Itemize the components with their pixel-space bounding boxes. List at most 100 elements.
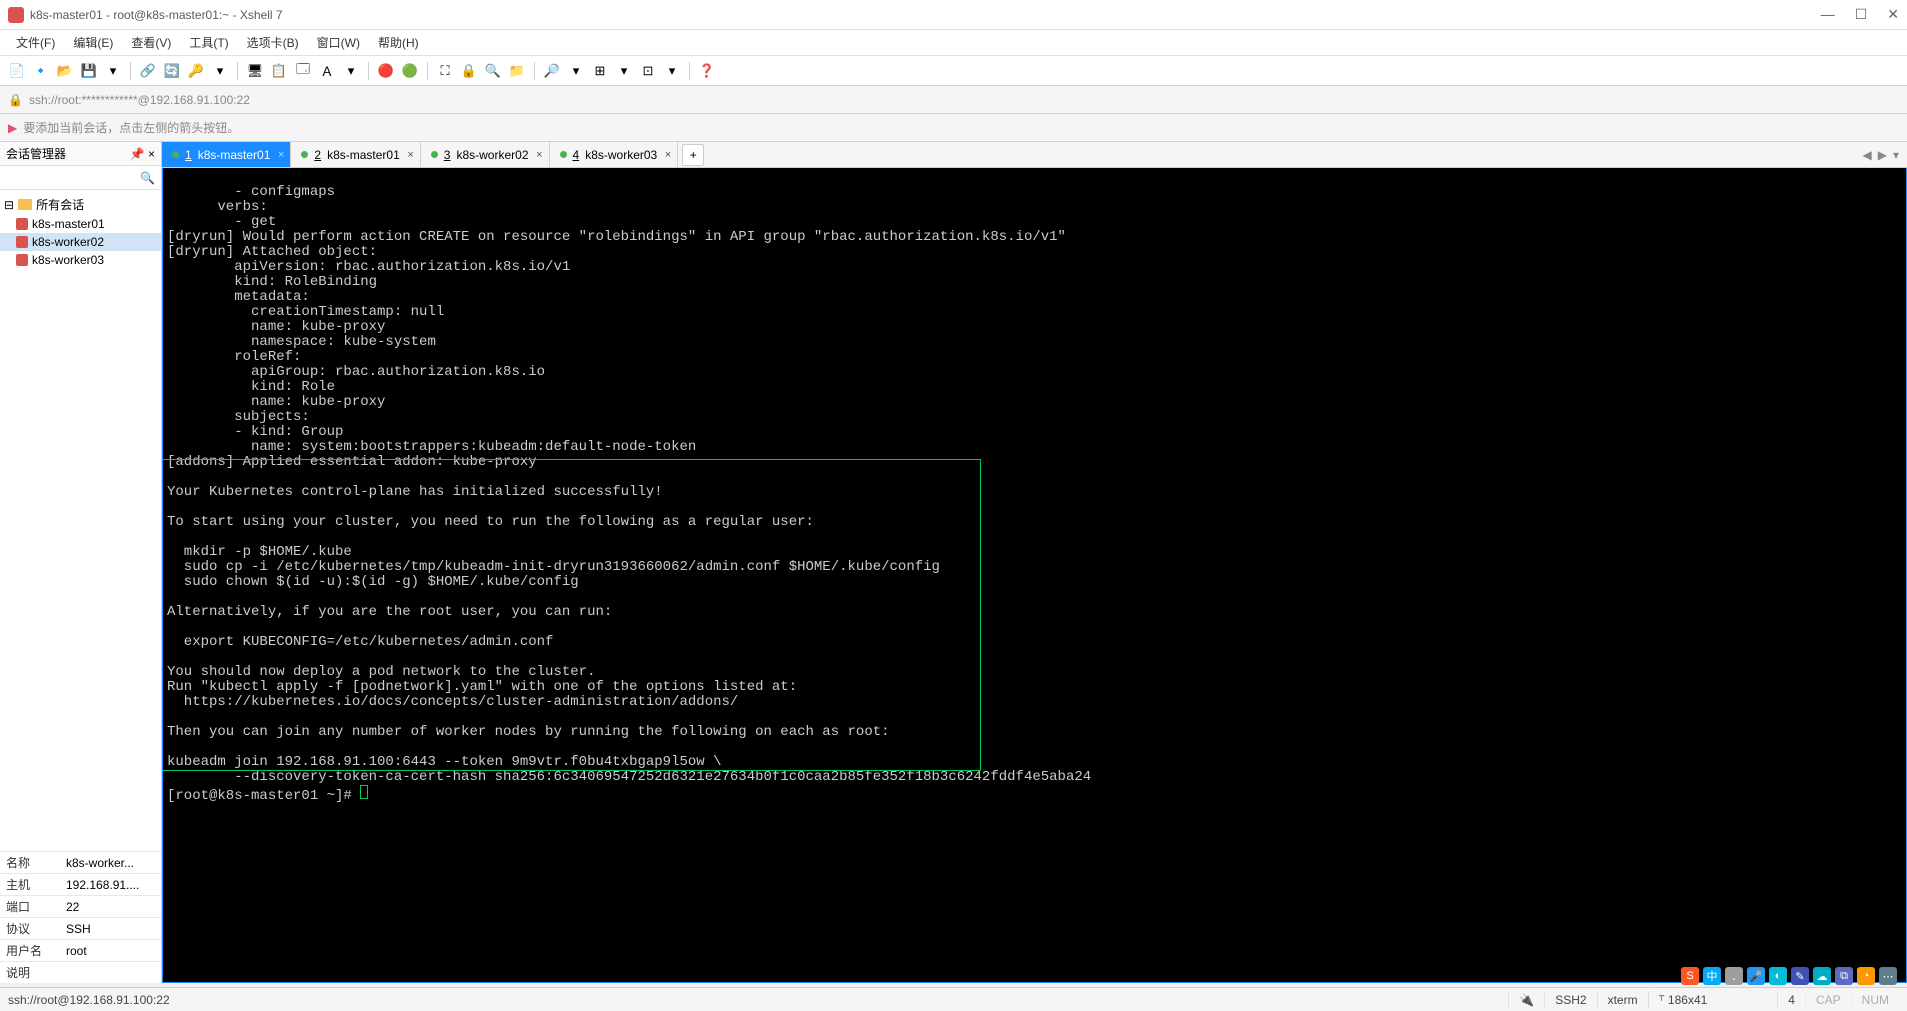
terminal-cursor: [360, 785, 368, 799]
toolbar-icon-11[interactable]: 🖥: [246, 62, 264, 80]
toolbar-icon-20[interactable]: ⛶: [436, 62, 454, 80]
toolbar-icon-3[interactable]: 💾: [80, 62, 98, 80]
terminal-prompt: [root@k8s-master01 ~]#: [167, 788, 360, 804]
tab-number: 4: [573, 148, 580, 162]
toolbar-icon-30[interactable]: ▾: [663, 62, 681, 80]
session-item-label: k8s-worker02: [32, 235, 104, 249]
close-button[interactable]: ✕: [1887, 6, 1899, 23]
toolbar-icon-4[interactable]: ▾: [104, 62, 122, 80]
toolbar-icon-25[interactable]: 🔎: [543, 62, 561, 80]
tab-nav-right-icon[interactable]: ▶: [1878, 148, 1887, 162]
tab-label: k8s-worker03: [585, 148, 657, 162]
host-icon: [16, 218, 28, 230]
tray-icon-0[interactable]: S: [1681, 967, 1699, 985]
tab-menu-icon[interactable]: ▾: [1893, 148, 1899, 162]
toolbar-icon-7[interactable]: 🔄: [163, 62, 181, 80]
toolbar-icon-6[interactable]: 🔗: [139, 62, 157, 80]
toolbar-icon-2[interactable]: 📂: [56, 62, 74, 80]
prop-desc-label: 说明: [0, 962, 60, 984]
prop-port-label: 端口: [0, 896, 60, 918]
prop-host-label: 主机: [0, 874, 60, 896]
system-tray: S中᎐🎤◐✎☁⧉◔⋯: [1681, 967, 1897, 985]
tab-number: 2: [314, 148, 321, 162]
tray-icon-9[interactable]: ⋯: [1879, 967, 1897, 985]
tab-close-icon[interactable]: ×: [665, 149, 671, 161]
toolbar: 📄 🔹 📂 💾 ▾ 🔗 🔄 🔑 ▾ 🖥 📋 🗔 Ａ ▾ 🔴 🟢 ⛶ 🔒 🔍 📁 🔎 ▾ ⊞ ▾ ⊡ ▾ ❓: [0, 56, 1907, 86]
prop-name-value: k8s-worker...: [60, 852, 161, 874]
address-text[interactable]: ssh://root:************@192.168.91.100:2…: [29, 93, 250, 107]
pin-icon[interactable]: 📌: [130, 147, 145, 161]
toolbar-icon-28[interactable]: ▾: [615, 62, 633, 80]
search-icon[interactable]: 🔍: [140, 171, 155, 185]
toolbar-icon-12[interactable]: 📋: [270, 62, 288, 80]
tray-icon-3[interactable]: 🎤: [1747, 967, 1765, 985]
toolbar-icon-8[interactable]: 🔑: [187, 62, 205, 80]
toolbar-icon-21[interactable]: 🔒: [460, 62, 478, 80]
toolbar-icon-18[interactable]: 🟢: [401, 62, 419, 80]
host-icon: [16, 236, 28, 248]
tray-icon-7[interactable]: ⧉: [1835, 967, 1853, 985]
toolbar-icon-32[interactable]: ❓: [698, 62, 716, 80]
tab-number: 1: [185, 148, 192, 162]
menu-tab[interactable]: 选项卡(B): [241, 32, 305, 53]
status-term: xterm: [1597, 993, 1648, 1007]
tray-icon-4[interactable]: ◐: [1769, 967, 1787, 985]
menu-help[interactable]: 帮助(H): [372, 32, 425, 53]
add-tab-button[interactable]: +: [682, 144, 704, 166]
session-manager-panel: 会话管理器 📌 × 🔍 ⊟ 所有会话 k8s-master01k8s-worke…: [0, 142, 162, 983]
toolbar-icon-27[interactable]: ⊞: [591, 62, 609, 80]
window-title: k8s-master01 - root@k8s-master01:~ - Xsh…: [30, 8, 1821, 22]
toolbar-icon-17[interactable]: 🔴: [377, 62, 395, 80]
tab-close-icon[interactable]: ×: [278, 149, 284, 161]
menu-window[interactable]: 窗口(W): [311, 32, 366, 53]
host-icon: [16, 254, 28, 266]
tray-icon-1[interactable]: 中: [1703, 967, 1721, 985]
sidebar-close-icon[interactable]: ×: [148, 147, 155, 161]
collapse-icon[interactable]: ⊟: [4, 198, 14, 212]
folder-icon: [18, 199, 32, 210]
tab-close-icon[interactable]: ×: [407, 149, 413, 161]
status-ssh: SSH2: [1544, 993, 1596, 1007]
tray-icon-5[interactable]: ✎: [1791, 967, 1809, 985]
terminal[interactable]: - configmaps verbs: - get [dryrun] Would…: [162, 168, 1907, 983]
menu-file[interactable]: 文件(F): [10, 32, 61, 53]
tray-icon-2[interactable]: ᎐: [1725, 967, 1743, 985]
toolbar-icon-9[interactable]: ▾: [211, 62, 229, 80]
toolbar-icon-13[interactable]: 🗔: [294, 62, 312, 80]
tab-k8s-master01-1[interactable]: 2 k8s-master01×: [291, 142, 420, 167]
toolbar-icon-15[interactable]: ▾: [342, 62, 360, 80]
tab-k8s-master01-0[interactable]: 1 k8s-master01×: [162, 142, 291, 167]
tray-icon-8[interactable]: ◔: [1857, 967, 1875, 985]
session-item-label: k8s-worker03: [32, 253, 104, 267]
status-cap: CAP: [1805, 993, 1851, 1007]
menu-view[interactable]: 查看(V): [125, 32, 177, 53]
menu-edit[interactable]: 编辑(E): [67, 32, 119, 53]
session-item-k8s-worker02[interactable]: k8s-worker02: [0, 233, 161, 251]
prop-proto-value: SSH: [60, 918, 161, 940]
toolbar-icon-26[interactable]: ▾: [567, 62, 585, 80]
toolbar-icon-29[interactable]: ⊡: [639, 62, 657, 80]
maximize-button[interactable]: ☐: [1855, 6, 1868, 23]
menu-tools[interactable]: 工具(T): [183, 32, 234, 53]
status-size: 186x41: [1668, 993, 1707, 1007]
session-item-k8s-master01[interactable]: k8s-master01: [0, 215, 161, 233]
toolbar-icon-22[interactable]: 🔍: [484, 62, 502, 80]
tab-k8s-worker02-2[interactable]: 3 k8s-worker02×: [421, 142, 550, 167]
prop-port-value: 22: [60, 896, 161, 918]
tab-close-icon[interactable]: ×: [536, 149, 542, 161]
session-item-k8s-worker03[interactable]: k8s-worker03: [0, 251, 161, 269]
toolbar-icon-23[interactable]: 📁: [508, 62, 526, 80]
toolbar-icon-14[interactable]: Ａ: [318, 62, 336, 80]
connected-dot-icon: [560, 151, 567, 158]
minimize-button[interactable]: —: [1821, 6, 1835, 23]
tab-nav-left-icon[interactable]: ◀: [1863, 148, 1872, 162]
prop-host-value: 192.168.91....: [60, 874, 161, 896]
tab-label: k8s-worker02: [456, 148, 528, 162]
menubar: 文件(F) 编辑(E) 查看(V) 工具(T) 选项卡(B) 窗口(W) 帮助(…: [0, 30, 1907, 56]
tree-root[interactable]: ⊟ 所有会话: [0, 194, 161, 215]
app-icon: [8, 7, 24, 23]
tab-k8s-worker03-3[interactable]: 4 k8s-worker03 ×: [550, 142, 679, 167]
toolbar-icon-1[interactable]: 🔹: [32, 62, 50, 80]
toolbar-icon-0[interactable]: 📄: [8, 62, 26, 80]
tray-icon-6[interactable]: ☁: [1813, 967, 1831, 985]
